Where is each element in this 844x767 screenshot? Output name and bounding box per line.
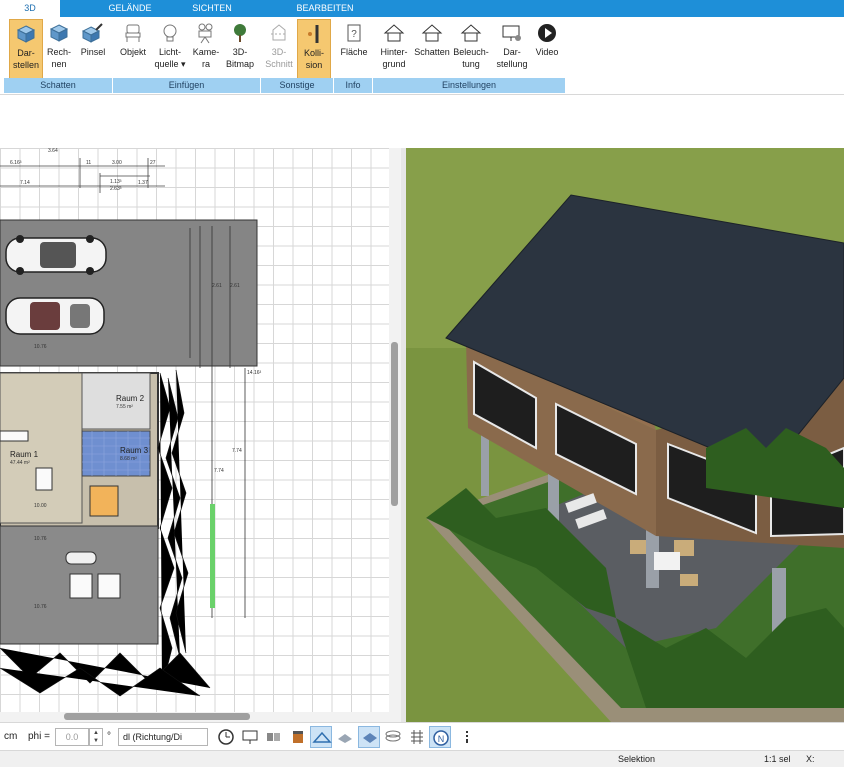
monitor-icon[interactable] (239, 726, 261, 748)
degree-label: ° (107, 731, 111, 742)
tab-gelaende[interactable]: GELÄNDE (100, 0, 160, 17)
direction-dropdown[interactable]: dl (Richtung/Di (118, 728, 208, 746)
plane-select-icon[interactable] (310, 726, 332, 748)
collision-icon (303, 23, 325, 45)
grid-icon[interactable] (406, 726, 428, 748)
stack-icon[interactable] (382, 726, 404, 748)
kamera-button[interactable]: Kame-ra (190, 19, 222, 79)
room-label: Raum 1 (10, 450, 39, 459)
floor-plan-view[interactable]: Raum 1 47.44 m² Raum 2 7.55 m² Raum 3 8.… (0, 148, 389, 712)
dimension-label: 2.61 (212, 283, 222, 289)
paint-bucket-icon[interactable] (287, 726, 309, 748)
dimension-label: 7.74 (232, 448, 242, 454)
tab-sichten[interactable]: SICHTEN (182, 0, 242, 17)
phi-label: phi = (28, 731, 50, 742)
3d-house-render (406, 148, 844, 722)
room-area: 47.44 m² (10, 460, 30, 466)
group-label-einfuegen: Einfügen (113, 78, 260, 93)
more-icon[interactable] (456, 726, 478, 748)
north-icon[interactable]: N (429, 726, 451, 748)
dimension-label: 7.74 (214, 468, 224, 474)
area-info-icon: ? (343, 22, 365, 44)
house-shadow-icon (421, 22, 443, 44)
tab-bearbeiten[interactable]: BEARBEITEN (290, 0, 360, 17)
house-lighting-icon (460, 22, 482, 44)
dimension-label: 10.76 (34, 344, 47, 350)
darstellen-button[interactable]: Dar-stellen (9, 19, 43, 79)
ribbon-tab-bar: 3D GELÄNDE SICHTEN BEARBEITEN (0, 0, 844, 17)
walls-icon[interactable] (263, 726, 285, 748)
tree-icon (229, 22, 251, 44)
status-scale: 1:1 sel (764, 754, 791, 764)
room-label: Raum 3 (120, 446, 149, 455)
lightbulb-icon (159, 22, 181, 44)
cube-calc-icon (48, 22, 70, 44)
cube-render-icon (15, 23, 37, 45)
floor-plan-drawing (0, 158, 258, 697)
3d-schnitt-button[interactable]: 3D- Schnitt (262, 19, 296, 79)
plan-horizontal-scroll-thumb[interactable] (64, 713, 250, 720)
app-window: 3D GELÄNDE SICHTEN BEARBEITEN Dar-stelle… (0, 0, 844, 767)
svg-text:?: ? (351, 29, 357, 40)
plan-vertical-scroll-thumb[interactable] (391, 342, 398, 506)
dimension-label: 2.61 (230, 283, 240, 289)
phi-stepper[interactable]: ▲ ▼ (89, 728, 103, 746)
layer-icon[interactable] (358, 726, 380, 748)
hatch-icon[interactable] (334, 726, 356, 748)
dimension-label: 10.00 (34, 503, 47, 509)
play-icon (536, 22, 558, 44)
dimension-label: 10.76 (34, 536, 47, 542)
lichtquelle-button[interactable]: Licht-quelle ▾ (150, 19, 190, 79)
beleuchtung-button[interactable]: Beleuch-tung (452, 19, 490, 79)
bottom-toolbar: cm phi = 0.0 ▲ ▼ ° dl (Richtung/Di N (0, 722, 844, 750)
group-label-info: Info (334, 78, 372, 93)
chair-icon (122, 22, 144, 44)
car-top (5, 235, 107, 275)
dimension-label: 27 (150, 160, 156, 166)
dimension-label: 14.16³ (247, 370, 262, 376)
car-top (5, 297, 105, 335)
rechnen-button[interactable]: Rech-nen (44, 19, 74, 79)
dimension-label: 1.37 (138, 180, 148, 186)
dimension-label: 3.64 (48, 148, 58, 154)
dimension-label: 7.14 (20, 180, 30, 186)
hintergrund-button[interactable]: Hinter-grund (376, 19, 412, 79)
status-bar: Selektion 1:1 sel X: (0, 750, 844, 767)
camera-icon (195, 22, 217, 44)
dimension-label: 3.00 (112, 160, 122, 166)
house-background-icon (383, 22, 405, 44)
video-button[interactable]: Video (532, 19, 562, 79)
monitor-settings-icon (501, 22, 523, 44)
pinsel-button[interactable]: Pinsel (76, 19, 110, 79)
flaeche-button[interactable]: ? Fläche (337, 19, 371, 79)
section-icon (268, 22, 290, 44)
dimension-label: 1.13³ (110, 179, 122, 185)
3d-view[interactable] (406, 148, 844, 722)
group-label-einstellungen: Einstellungen (373, 78, 565, 93)
status-x: X: (806, 754, 815, 764)
phi-input[interactable]: 0.0 (55, 728, 89, 746)
dimension-label: 10.76 (34, 604, 47, 610)
room-label: Raum 2 (116, 394, 145, 403)
ribbon: Dar-stellen Rech-nen Pinsel Objekt Licht… (0, 17, 844, 95)
group-label-sonstige: Sonstige (261, 78, 333, 93)
schatten-button[interactable]: Schatten (412, 19, 452, 79)
status-mode: Selektion (618, 754, 656, 764)
darstellung-button[interactable]: Dar-stellung (492, 19, 532, 79)
clock-icon[interactable] (215, 726, 237, 748)
3d-bitmap-button[interactable]: 3D- Bitmap (222, 19, 258, 79)
room-area: 7.55 m² (116, 404, 133, 410)
cube-brush-icon (82, 22, 104, 44)
tab-3d[interactable]: 3D (0, 0, 60, 17)
room-area: 8.68 m² (120, 456, 137, 462)
kollision-button[interactable]: Kolli-sion (297, 19, 331, 79)
unit-label: cm (4, 731, 18, 742)
objekt-button[interactable]: Objekt (116, 19, 150, 79)
group-label-schatten: Schatten (4, 78, 112, 93)
dimension-label: 2.63³ (110, 186, 122, 192)
dimension-label: 6.16³ (10, 160, 22, 166)
svg-text:N: N (438, 734, 445, 744)
dimension-label: 11 (86, 160, 92, 166)
